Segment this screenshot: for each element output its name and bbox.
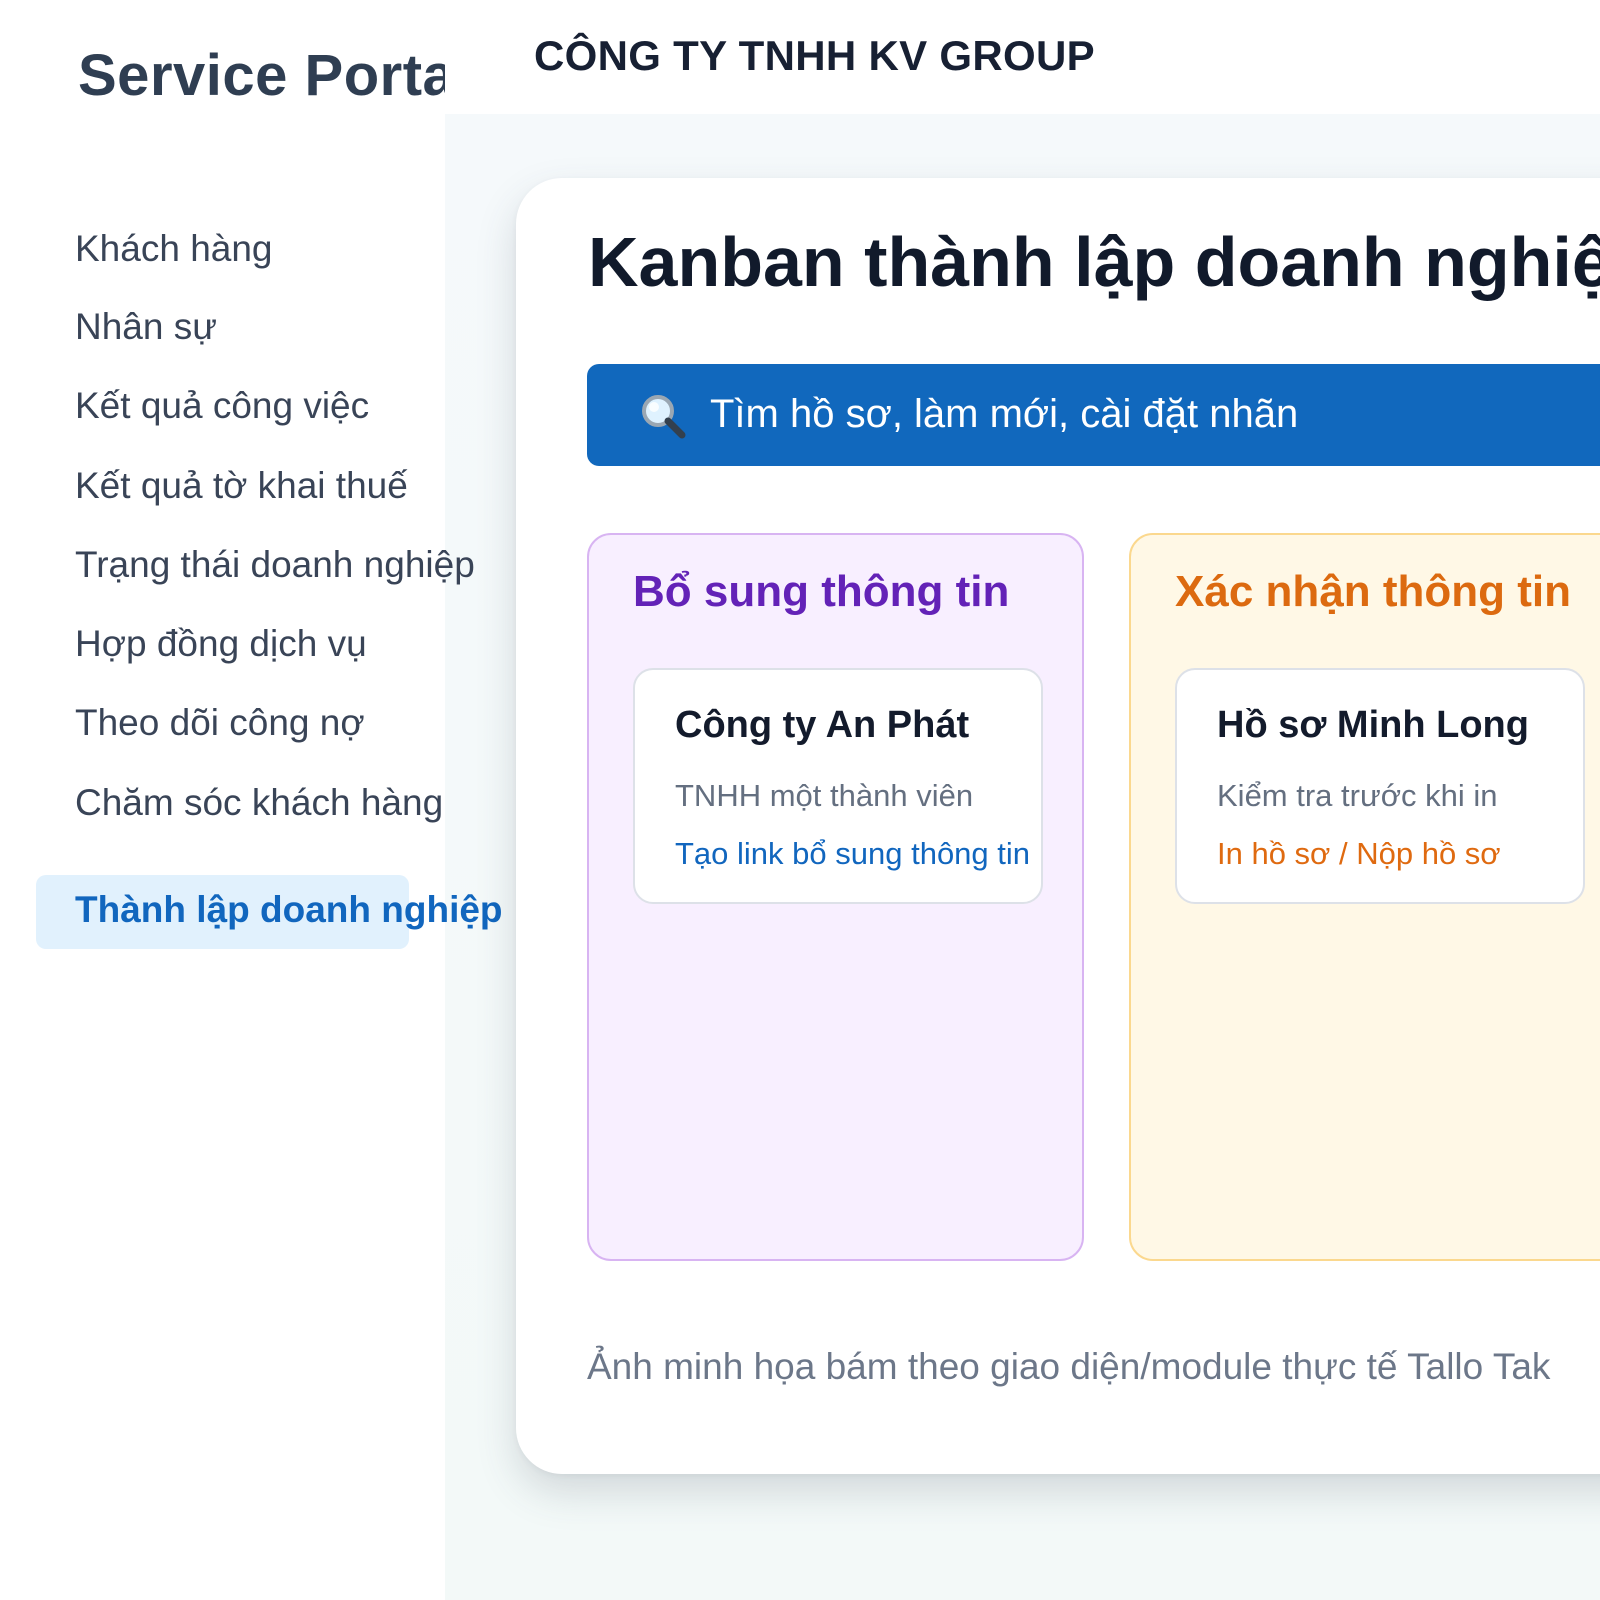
sidebar-item-ket-qua-cong-viec[interactable]: Kết quả công việc: [75, 385, 369, 427]
kanban-panel: Kanban thành lập doanh nghiệp Tìm hồ sơ,…: [516, 178, 1600, 1474]
sidebar-item-theo-doi-cong-no[interactable]: Theo dõi công nợ: [75, 702, 365, 744]
kanban-card[interactable]: Công ty An Phát TNHH một thành viên Tạo …: [633, 668, 1043, 904]
sidebar-item-thanh-lap-doanh-nghiep[interactable]: Thành lập doanh nghiệp: [75, 889, 520, 931]
kanban-column-xac-nhan-thong-tin: Xác nhận thông tin Hồ sơ Minh Long Kiểm …: [1129, 533, 1600, 1261]
app-brand: Service Portal: [78, 43, 445, 108]
magnifier-icon: [642, 395, 686, 439]
column-title: Bổ sung thông tin: [633, 567, 1010, 616]
sidebar-item-trang-thai-doanh-nghiep[interactable]: Trạng thái doanh nghiệp: [75, 544, 475, 586]
search-text[interactable]: Tìm hồ sơ, làm mới, cài đặt nhãn: [710, 392, 1298, 437]
sidebar-item-khach-hang[interactable]: Khách hàng: [75, 228, 273, 270]
card-subtitle: TNHH một thành viên: [675, 778, 974, 813]
sidebar-item-nhan-su[interactable]: Nhân sự: [75, 306, 217, 348]
kanban-column-bo-sung-thong-tin: Bổ sung thông tin Công ty An Phát TNHH m…: [587, 533, 1084, 1261]
company-name: CÔNG TY TNHH KV GROUP: [534, 32, 1095, 79]
sidebar: Service Portal Khách hàng Nhân sự Kết qu…: [0, 0, 503, 1600]
footnote: Ảnh minh họa bám theo giao diện/module t…: [587, 1346, 1551, 1387]
kanban-card[interactable]: Hồ sơ Minh Long Kiểm tra trước khi in In…: [1175, 668, 1585, 904]
sidebar-item-cham-soc-khach-hang[interactable]: Chăm sóc khách hàng: [75, 782, 443, 824]
search-bar[interactable]: Tìm hồ sơ, làm mới, cài đặt nhãn: [587, 364, 1600, 466]
page-title: Kanban thành lập doanh nghiệp: [588, 223, 1600, 301]
sidebar-item-ket-qua-to-khai-thue[interactable]: Kết quả tờ khai thuế: [75, 465, 408, 507]
print-submit-link[interactable]: In hồ sơ / Nộp hồ sơ: [1217, 836, 1501, 872]
sidebar-item-hop-dong-dich-vu[interactable]: Hợp đồng dịch vụ: [75, 623, 367, 665]
card-subtitle: Kiểm tra trước khi in: [1217, 778, 1498, 813]
card-title: Công ty An Phát: [675, 704, 970, 746]
card-title: Hồ sơ Minh Long: [1217, 704, 1529, 746]
app-page: Service Portal Khách hàng Nhân sự Kết qu…: [0, 0, 1600, 1600]
column-title: Xác nhận thông tin: [1175, 567, 1571, 616]
create-info-link[interactable]: Tạo link bổ sung thông tin: [675, 836, 1030, 872]
